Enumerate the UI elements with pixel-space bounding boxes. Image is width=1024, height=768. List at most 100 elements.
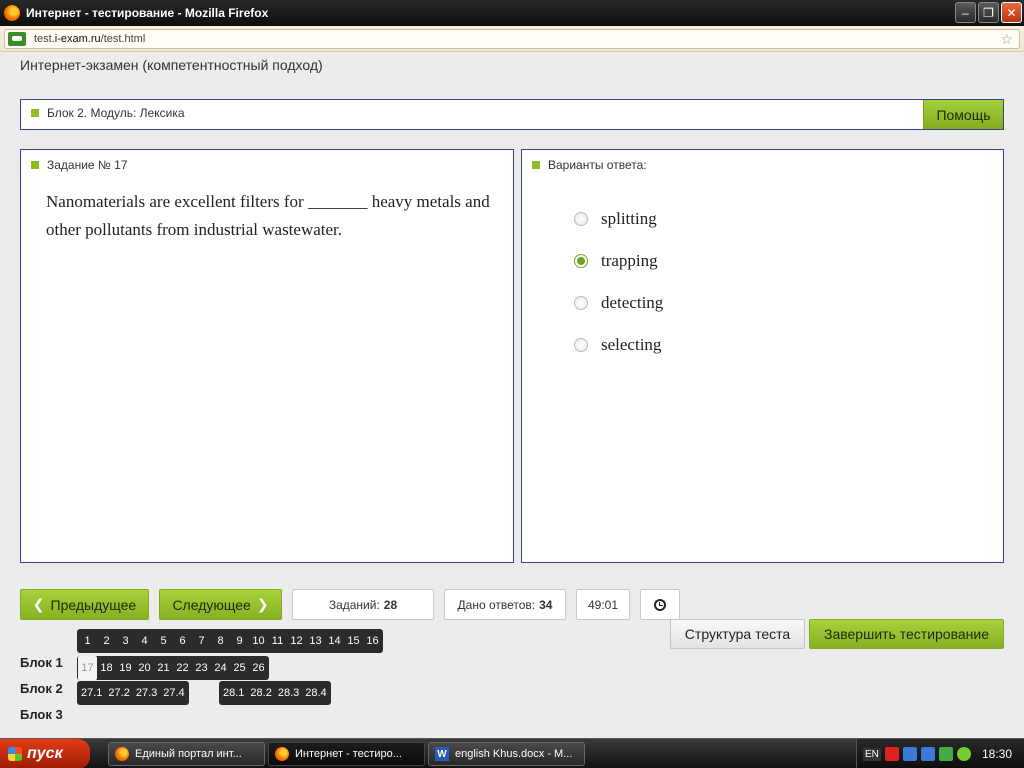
timer-toggle-button[interactable] bbox=[640, 589, 680, 620]
radio-button[interactable] bbox=[574, 254, 588, 268]
question-number-button[interactable]: 20 bbox=[135, 656, 154, 680]
question-number-button[interactable]: 27.3 bbox=[133, 681, 160, 705]
question-number-button[interactable]: 2 bbox=[97, 629, 116, 653]
question-number-button[interactable]: 25 bbox=[230, 656, 249, 680]
windows-flag-icon bbox=[8, 747, 22, 761]
firefox-icon bbox=[4, 5, 20, 21]
url-text: test.i-exam.ru/test.html bbox=[34, 33, 146, 45]
test-structure-button[interactable]: Структура теста bbox=[670, 619, 805, 649]
restore-icon[interactable]: ❐ bbox=[978, 2, 999, 23]
question-number-button[interactable]: 13 bbox=[306, 629, 325, 653]
question-number-button[interactable]: 9 bbox=[230, 629, 249, 653]
block-label: Блок 2. Модуль: Лексика bbox=[31, 106, 185, 120]
answer-option[interactable]: detecting bbox=[574, 282, 663, 324]
chevron-right-icon: ❯ bbox=[256, 596, 269, 612]
radio-button[interactable] bbox=[574, 296, 588, 310]
bullet-square-icon bbox=[31, 109, 39, 117]
start-button[interactable]: пуск bbox=[0, 739, 90, 768]
tasks-count: Заданий: 28 bbox=[292, 589, 434, 620]
taskbar-item-active[interactable]: Интернет - тестиро... bbox=[268, 742, 425, 766]
answer-label[interactable]: detecting bbox=[601, 293, 663, 313]
question-number-button[interactable]: 19 bbox=[116, 656, 135, 680]
answer-option[interactable]: trapping bbox=[574, 240, 663, 282]
block-bar: Блок 2. Модуль: Лексика Помощь bbox=[20, 99, 1004, 130]
question-number-button[interactable]: 12 bbox=[287, 629, 306, 653]
answer-label[interactable]: selecting bbox=[601, 335, 661, 355]
radio-button[interactable] bbox=[574, 212, 588, 226]
answers-panel: Варианты ответа: splitting trapping dete… bbox=[521, 149, 1004, 563]
word-icon: W bbox=[435, 747, 449, 761]
question-pager-row-2: 17 18 19 20 21 22 23 24 25 26 bbox=[77, 656, 269, 680]
question-number-button[interactable]: 6 bbox=[173, 629, 192, 653]
question-number-button[interactable]: 26 bbox=[249, 656, 268, 680]
question-number-button[interactable]: 5 bbox=[154, 629, 173, 653]
window-titlebar: Интернет - тестирование - Mozilla Firefo… bbox=[0, 0, 1024, 26]
bullet-square-icon bbox=[31, 161, 39, 169]
question-number-button[interactable]: 28.1 bbox=[220, 681, 247, 705]
close-icon[interactable]: ✕ bbox=[1001, 2, 1022, 23]
question-number-button[interactable]: 10 bbox=[249, 629, 268, 653]
answer-option[interactable]: selecting bbox=[574, 324, 663, 366]
question-number-button[interactable]: 1 bbox=[78, 629, 97, 653]
question-number-button[interactable]: 3 bbox=[116, 629, 135, 653]
taskbar: пуск Единый портал инт... Интернет - тес… bbox=[0, 738, 1024, 768]
question-number-button[interactable]: 18 bbox=[97, 656, 116, 680]
antivirus-icon[interactable] bbox=[884, 747, 899, 761]
url-input[interactable]: test.i-exam.ru/test.html ☆ bbox=[4, 29, 1020, 49]
question-number-button[interactable]: 28.2 bbox=[247, 681, 274, 705]
firefox-icon bbox=[115, 747, 129, 761]
volume-icon[interactable] bbox=[938, 747, 953, 761]
question-number-button[interactable]: 15 bbox=[344, 629, 363, 653]
taskbar-item[interactable]: Единый портал инт... bbox=[108, 742, 265, 766]
block-3-label: Блок 3 bbox=[20, 707, 63, 722]
site-favicon-icon bbox=[8, 32, 26, 46]
chevron-left-icon: ❮ bbox=[32, 596, 45, 612]
bullet-square-icon bbox=[532, 161, 540, 169]
clock-icon bbox=[654, 598, 666, 611]
question-number-button[interactable]: 17 bbox=[78, 656, 97, 680]
answer-label[interactable]: splitting bbox=[601, 209, 657, 229]
question-number-button[interactable]: 28.3 bbox=[275, 681, 302, 705]
question-number-button[interactable]: 23 bbox=[192, 656, 211, 680]
next-button[interactable]: Следующее ❯ bbox=[159, 589, 282, 620]
finish-test-button[interactable]: Завершить тестирование bbox=[809, 619, 1004, 649]
page-title: Интернет-экзамен (компетентностный подхо… bbox=[20, 57, 323, 73]
network-icon[interactable] bbox=[920, 747, 935, 761]
question-number-button[interactable]: 22 bbox=[173, 656, 192, 680]
question-pager-row-1: 1 2 3 4 5 6 7 8 9 10 11 12 13 14 15 16 bbox=[77, 629, 383, 653]
firefox-icon bbox=[275, 747, 289, 761]
block-2-label: Блок 2 bbox=[20, 681, 63, 696]
language-indicator[interactable]: EN bbox=[863, 747, 881, 761]
minimize-icon[interactable]: – bbox=[955, 2, 976, 23]
question-number-button[interactable]: 27.1 bbox=[78, 681, 105, 705]
app-tray-icon[interactable] bbox=[956, 747, 971, 761]
radio-button[interactable] bbox=[574, 338, 588, 352]
block-1-label: Блок 1 bbox=[20, 655, 63, 670]
question-number-button[interactable]: 8 bbox=[211, 629, 230, 653]
network-icon[interactable] bbox=[902, 747, 917, 761]
question-number-button[interactable]: 4 bbox=[135, 629, 154, 653]
question-pager-row-3a: 27.1 27.2 27.3 27.4 bbox=[77, 681, 189, 705]
previous-button[interactable]: ❮ Предыдущее bbox=[20, 589, 149, 620]
timer: 49:01 bbox=[576, 589, 630, 620]
help-button[interactable]: Помощь bbox=[923, 100, 1003, 129]
question-number-button[interactable]: 27.4 bbox=[160, 681, 187, 705]
system-tray: EN 18:30 bbox=[856, 739, 1024, 768]
window-title: Интернет - тестирование - Mozilla Firefo… bbox=[26, 6, 269, 20]
answer-options: splitting trapping detecting selecting bbox=[574, 198, 663, 366]
window-controls: – ❐ ✕ bbox=[955, 2, 1022, 23]
taskbar-item[interactable]: Wenglish Khus.docx - M... bbox=[428, 742, 585, 766]
question-number-button[interactable]: 14 bbox=[325, 629, 344, 653]
task-header: Задание № 17 bbox=[31, 158, 128, 172]
question-number-button[interactable]: 28.4 bbox=[302, 681, 329, 705]
answers-count: Дано ответов: 34 bbox=[444, 589, 566, 620]
question-number-button[interactable]: 7 bbox=[192, 629, 211, 653]
answer-option[interactable]: splitting bbox=[574, 198, 663, 240]
question-number-button[interactable]: 24 bbox=[211, 656, 230, 680]
question-number-button[interactable]: 16 bbox=[363, 629, 382, 653]
question-number-button[interactable]: 27.2 bbox=[105, 681, 132, 705]
question-number-button[interactable]: 11 bbox=[268, 629, 287, 653]
answer-label[interactable]: trapping bbox=[601, 251, 658, 271]
bookmark-star-icon[interactable]: ☆ bbox=[1000, 31, 1013, 48]
question-number-button[interactable]: 21 bbox=[154, 656, 173, 680]
